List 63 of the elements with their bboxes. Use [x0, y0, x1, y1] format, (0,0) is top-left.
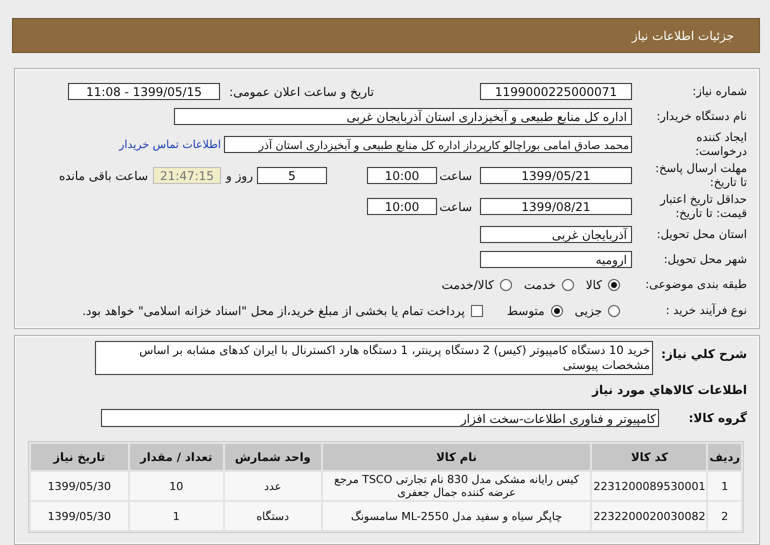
table-cell: 1399/05/30 — [31, 502, 128, 530]
option-label: خدمت — [524, 278, 556, 292]
days-field[interactable]: 5 — [257, 167, 327, 184]
option-label: کالا — [586, 278, 602, 292]
radio-button[interactable] — [500, 279, 512, 291]
table-cell: 10 — [130, 472, 223, 500]
field-label: ایجاد کننده درخواست: — [694, 130, 747, 158]
field-label: شهر محل تحویل: — [662, 252, 747, 266]
field-label: گروه کالا: — [688, 411, 747, 425]
time-field[interactable]: 10:00 — [367, 198, 437, 215]
time-field[interactable]: 10:00 — [367, 167, 437, 184]
field-label: استان محل تحویل: — [656, 228, 747, 242]
announce-date-field[interactable]: 1399/05/15 - 11:08 — [68, 83, 220, 100]
city-field[interactable]: ارومیه — [480, 251, 632, 268]
field-label: نام دستگاه خریدار: — [655, 110, 747, 124]
buyer-org-field[interactable]: اداره کل منابع طبیعی و آبخیزداری استان آذربایجان غربی — [174, 108, 632, 125]
need-number-field[interactable]: 1199000225000071 — [480, 83, 632, 100]
table-cell: عدد — [224, 472, 321, 500]
description-field: خرید 10 دستگاه کامپیوتر (کیس) 2 دستگاه پرینتر، 1 دستگاه هارد اکسترنال با ایران کدهای مشابه بر اساس مشخصات پیوستی — [95, 341, 653, 375]
table-cell: دستگاه — [224, 502, 321, 530]
field-label: طبقه بندی موضوعی: — [644, 278, 747, 292]
option-label: متوسط — [506, 304, 545, 318]
page-title: جزئیات اطلاعات نیاز — [632, 28, 734, 42]
table-cell: 1399/05/30 — [31, 472, 128, 500]
field-label: ساعت — [438, 200, 472, 214]
date-field[interactable]: 1399/08/21 — [480, 198, 632, 215]
column-header: تاریخ نیاز — [31, 444, 128, 470]
table-cell: 2 — [708, 502, 741, 530]
column-header: کد کالا — [592, 444, 706, 470]
radio-button[interactable] — [608, 279, 620, 291]
radio-button[interactable] — [562, 279, 574, 291]
field-label: مهلت ارسال پاسخ: تا تاریخ: — [654, 162, 747, 190]
goods-group-field[interactable]: کامپیوتر و فناوری اطلاعات-سخت افزار — [101, 409, 659, 427]
checkbox[interactable] — [470, 305, 483, 317]
checkbox-label: پرداخت تمام یا بخشی از مبلغ خرید،از محل "اسناد خزانه اسلامی" خواهد بود. — [82, 304, 465, 318]
table-cell: 1 — [130, 502, 223, 530]
field-label: تاریخ و ساعت اعلان عمومی: — [228, 84, 374, 98]
radio-button[interactable] — [550, 305, 563, 317]
table-cell: چاپگر سیاه و سفید مدل ML-2550 سامسونگ — [322, 502, 590, 530]
field-label: شرح کلي نياز: — [660, 346, 747, 361]
table-cell: کیس رایانه مشکی مدل 830 نام تجارتی TSCO مرجع عرضه کننده جمال جعفری — [322, 472, 590, 500]
column-header: ردیف — [708, 444, 741, 470]
radio-button[interactable] — [608, 305, 620, 317]
column-header: تعداد / مقدار — [130, 444, 223, 470]
field-label: شماره نیاز: — [691, 84, 747, 98]
field-label: حداقل تاریخ اعتبار قیمت: تا تاریخ: — [658, 192, 747, 220]
column-header: نام کالا — [322, 444, 590, 470]
field-label: ساعت — [438, 168, 472, 182]
table-cell: 2232200020030082 — [592, 502, 706, 530]
date-field[interactable]: 1399/05/21 — [480, 167, 632, 184]
remaining-time: 21:47:15 — [153, 167, 221, 184]
option-label: جزیی — [574, 304, 602, 318]
requester-field[interactable]: محمد صادق امامی بوراچالو کارپرداز اداره کل منابع طبیعی و آبخیزداری استان آذر — [224, 136, 632, 153]
table-cell: 2231200089530001 — [592, 472, 706, 500]
field-label: روز و — [227, 168, 253, 182]
option-label: کالا/خدمت — [442, 278, 494, 292]
province-field[interactable]: آذربایجان غربی — [480, 226, 632, 243]
contact-link[interactable]: اطلاعات تماس خریدار — [119, 138, 221, 151]
field-label: ساعت باقی مانده — [58, 168, 148, 182]
column-header: واحد شمارش — [224, 444, 321, 470]
table-cell: 1 — [708, 472, 741, 500]
section-title: اطلاعات کالاهاي مورد نياز — [590, 383, 747, 399]
field-label: نوع فرآیند خرید : — [664, 304, 747, 318]
